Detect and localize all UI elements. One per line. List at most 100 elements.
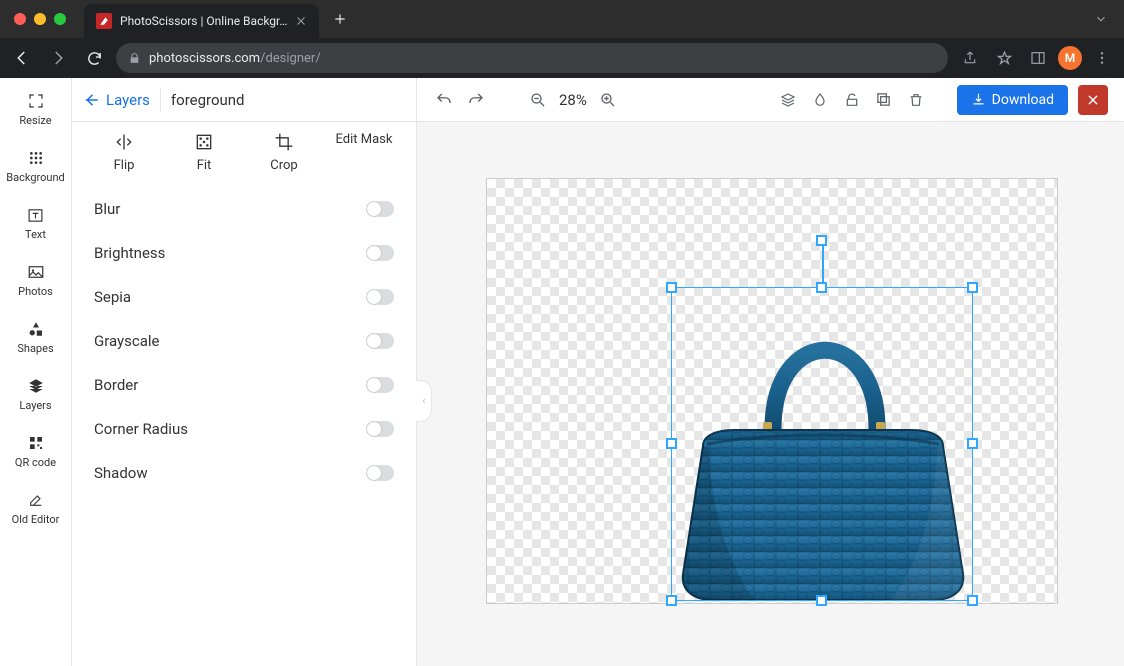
toggle-blur: Blur [94, 191, 394, 227]
close-button[interactable] [1078, 85, 1108, 115]
switch[interactable] [366, 333, 394, 349]
resize-handle-nw[interactable] [666, 282, 677, 293]
resize-handle-ne[interactable] [967, 282, 978, 293]
sidebar-item-qrcode[interactable]: QR code [0, 430, 71, 473]
photo-icon [27, 263, 45, 281]
toggle-border: Border [94, 367, 394, 403]
back-label: Layers [106, 91, 150, 109]
download-icon [971, 92, 986, 107]
resize-handle-sw[interactable] [666, 595, 677, 606]
address-bar[interactable]: photoscissors.com/designer/ [116, 43, 948, 73]
forward-button[interactable] [44, 44, 72, 72]
switch[interactable] [366, 201, 394, 217]
address-bar-row: photoscissors.com/designer/ M [0, 38, 1124, 78]
app-frame: Resize Background Text Photos Shapes Lay… [0, 78, 1124, 666]
close-window-icon[interactable] [14, 13, 26, 25]
favicon-icon [96, 13, 112, 29]
browser-right-icons: M [956, 44, 1116, 72]
left-sidebar: Resize Background Text Photos Shapes Lay… [0, 78, 72, 666]
tool-label: Edit Mask [336, 132, 393, 148]
drop-icon[interactable] [809, 89, 831, 111]
browser-tab[interactable]: PhotoScissors | Online Backgr… [84, 4, 319, 38]
sidebar-item-text[interactable]: Text [0, 202, 71, 245]
switch[interactable] [366, 465, 394, 481]
tool-fit[interactable]: Fit [172, 132, 236, 173]
zoom-group: 28% [527, 89, 619, 111]
tool-edit-mask[interactable]: Edit Mask [332, 132, 396, 173]
toggle-label: Shadow [94, 464, 148, 482]
kebab-menu-icon[interactable] [1088, 44, 1116, 72]
star-icon[interactable] [990, 44, 1018, 72]
panel-icon[interactable] [1024, 44, 1052, 72]
switch[interactable] [366, 245, 394, 261]
stack-icon[interactable] [777, 89, 799, 111]
tab-title: PhotoScissors | Online Backgr… [120, 14, 287, 28]
zoom-out-button[interactable] [527, 89, 549, 111]
toggle-label: Border [94, 376, 138, 394]
redo-button[interactable] [465, 89, 487, 111]
close-tab-icon[interactable] [295, 15, 307, 27]
qrcode-icon [27, 434, 45, 452]
avatar[interactable]: M [1058, 46, 1082, 70]
sidebar-label: Photos [18, 285, 53, 298]
minimize-window-icon[interactable] [34, 13, 46, 25]
resize-handle-s[interactable] [816, 595, 827, 606]
close-icon [1086, 93, 1100, 107]
canvas-area: 28% Download [417, 78, 1124, 666]
tool-label: Crop [270, 158, 297, 173]
sidebar-label: Shapes [17, 342, 53, 355]
sidebar-item-background[interactable]: Background [0, 145, 71, 188]
sidebar-item-shapes[interactable]: Shapes [0, 316, 71, 359]
resize-icon [27, 92, 45, 110]
toggle-label: Grayscale [94, 332, 160, 350]
reload-button[interactable] [80, 44, 108, 72]
back-button[interactable] [8, 44, 36, 72]
divider [160, 88, 161, 112]
canvas-wrap[interactable] [417, 122, 1124, 666]
sidebar-label: Background [6, 171, 64, 184]
switch[interactable] [366, 377, 394, 393]
chevron-down-icon[interactable] [1094, 12, 1116, 26]
copy-icon[interactable] [873, 89, 895, 111]
sidebar-item-old-editor[interactable]: Old Editor [0, 487, 71, 530]
resize-handle-n[interactable] [816, 282, 827, 293]
action-group [777, 89, 927, 111]
new-tab-icon[interactable] [327, 12, 353, 26]
switch[interactable] [366, 421, 394, 437]
fit-icon [194, 132, 214, 152]
shapes-icon [27, 320, 45, 338]
toggle-sepia: Sepia [94, 279, 394, 315]
toggle-corner-radius: Corner Radius [94, 411, 394, 447]
resize-handle-se[interactable] [967, 595, 978, 606]
sidebar-item-photos[interactable]: Photos [0, 259, 71, 302]
toggle-brightness: Brightness [94, 235, 394, 271]
artboard[interactable] [487, 179, 1057, 603]
history-group [433, 89, 487, 111]
share-icon[interactable] [956, 44, 984, 72]
unlock-icon[interactable] [841, 89, 863, 111]
resize-handle-e[interactable] [967, 438, 978, 449]
download-button[interactable]: Download [957, 85, 1068, 115]
window-controls[interactable] [8, 13, 76, 25]
toggle-label: Blur [94, 200, 120, 218]
maximize-window-icon[interactable] [54, 13, 66, 25]
flip-icon [114, 132, 134, 152]
undo-button[interactable] [433, 89, 455, 111]
rotation-handle[interactable] [816, 235, 827, 246]
sidebar-label: Text [25, 228, 46, 241]
tool-crop[interactable]: Crop [252, 132, 316, 173]
panel-header: Layers foreground [72, 78, 416, 122]
sidebar-item-layers[interactable]: Layers [0, 373, 71, 416]
toggle-label: Brightness [94, 244, 165, 262]
sidebar-item-resize[interactable]: Resize [0, 88, 71, 131]
trash-icon[interactable] [905, 89, 927, 111]
tool-label: Fit [197, 158, 212, 173]
back-to-layers[interactable]: Layers [82, 91, 150, 109]
tool-label: Flip [114, 158, 135, 173]
tool-flip[interactable]: Flip [92, 132, 156, 173]
download-label: Download [992, 92, 1054, 108]
selection-box[interactable] [671, 287, 973, 601]
zoom-in-button[interactable] [597, 89, 619, 111]
switch[interactable] [366, 289, 394, 305]
resize-handle-w[interactable] [666, 438, 677, 449]
